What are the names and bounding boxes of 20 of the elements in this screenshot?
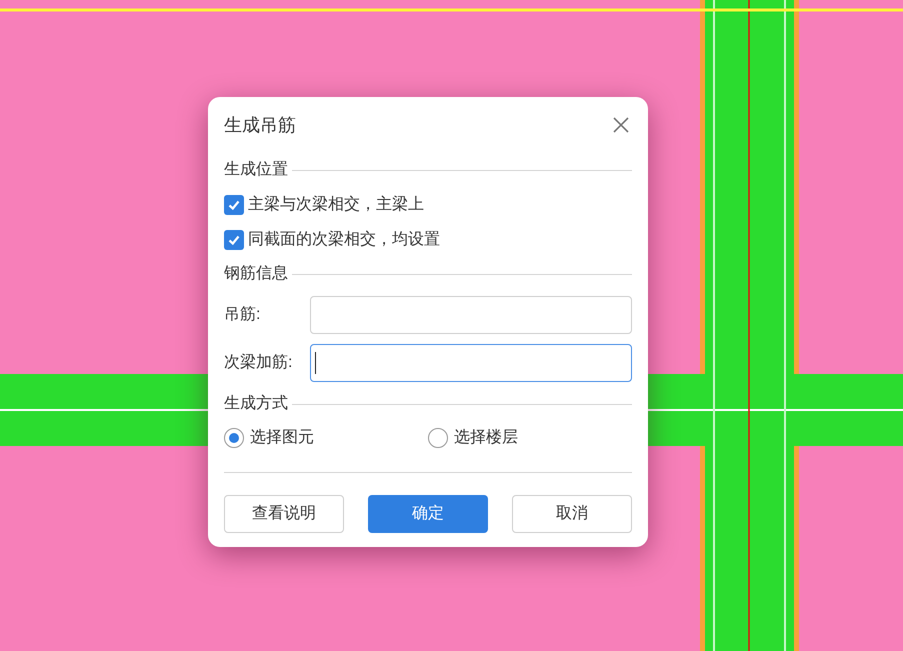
radio-label: 选择楼层 bbox=[454, 428, 518, 448]
section-title: 生成方式 bbox=[224, 394, 288, 414]
checkbox[interactable] bbox=[224, 194, 244, 214]
input-field[interactable] bbox=[310, 296, 632, 334]
checkbox-label: 主梁与次梁相交，主梁上 bbox=[248, 194, 424, 214]
dialog-button[interactable]: 查看说明 bbox=[224, 495, 344, 533]
dialog-button[interactable]: 取消 bbox=[512, 495, 632, 533]
dialog-title: 生成吊筋 bbox=[224, 114, 296, 136]
confirm-button[interactable]: 确定 bbox=[368, 495, 488, 533]
section-title: 生成位置 bbox=[224, 160, 288, 180]
input-field[interactable] bbox=[310, 344, 632, 382]
radio-label: 选择图元 bbox=[250, 428, 314, 448]
field-label: 吊筋: bbox=[224, 305, 262, 325]
field-label: 次梁加筋: bbox=[224, 352, 294, 373]
radio-button[interactable] bbox=[428, 428, 448, 448]
close-icon[interactable] bbox=[612, 116, 630, 134]
section-title: 钢筋信息 bbox=[224, 264, 288, 284]
checkbox[interactable] bbox=[224, 230, 244, 250]
checkbox-label: 同截面的次梁相交，均设置 bbox=[248, 230, 440, 250]
radio-button[interactable] bbox=[224, 428, 244, 448]
